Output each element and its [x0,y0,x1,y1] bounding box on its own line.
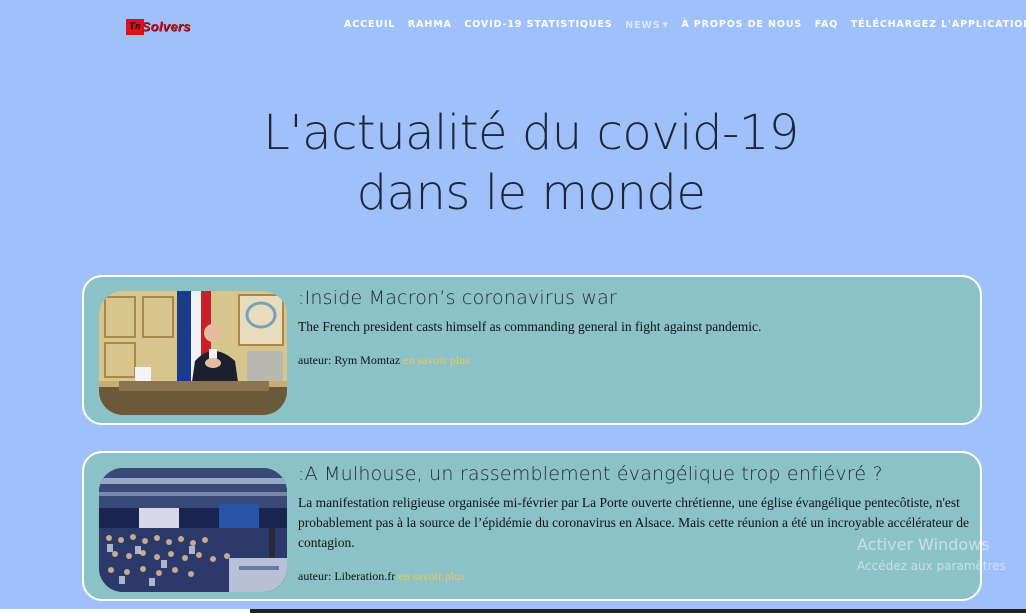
navbar: Tn Solvers ACCEUIL RAHMA COVID-19 STATIS… [0,0,1026,52]
watermark-subtitle: Accédez aux paramètres [857,559,1006,573]
article-author: auteur: Liberation.fr [298,569,396,583]
nav-item-rahma[interactable]: RAHMA [408,19,452,32]
logo[interactable]: Tn Solvers [126,19,191,35]
logo-text: Solvers [141,19,191,34]
read-more-link[interactable]: en savoir plus [403,353,470,367]
taskbar-edge [0,609,1026,613]
nav-item-news[interactable]: NEWS ▼ [625,19,669,32]
article-image-macron [99,291,287,415]
article-meta: auteur: Liberation.fr en savoir plus [298,569,465,584]
nav-item-telechargez[interactable]: TÉLÉCHARGEZ L'APPLICATION [851,19,1026,32]
page-title-line-2: dans le monde [356,165,706,221]
nav-item-acceuil[interactable]: ACCEUIL [344,19,395,32]
read-more-link[interactable]: en savoir plus [398,569,465,583]
article-title[interactable]: :A Mulhouse, un rassemblement évangéliqu… [298,463,883,485]
article-author: auteur: Rym Momtaz [298,353,401,367]
page-title: L'actualité du covid-19 dans le monde [0,103,1026,223]
caret-down-icon: ▼ [662,21,669,29]
nav-item-covid-statistiques[interactable]: COVID-19 STATISTIQUES [464,19,612,32]
article-card: :Inside Macron’s coronavirus war The Fre… [82,275,982,425]
article-description: The French president casts himself as co… [298,319,762,334]
nav-menu: ACCEUIL RAHMA COVID-19 STATISTIQUES NEWS… [344,19,1026,32]
windows-activation-watermark: Activer Windows Accédez aux paramètres [857,535,1006,573]
taskbar-dark-strip [250,609,1026,613]
nav-item-a-propos[interactable]: À PROPOS DE NOUS [681,19,802,32]
article-card: :A Mulhouse, un rassemblement évangéliqu… [82,451,982,601]
article-meta: auteur: Rym Momtaz en savoir plus [298,353,470,368]
page-title-line-1: L'actualité du covid-19 [263,105,799,161]
article-title[interactable]: :Inside Macron’s coronavirus war [298,287,617,309]
nav-item-news-label: NEWS [625,20,661,31]
nav-item-faq[interactable]: FAQ [815,19,839,32]
watermark-title: Activer Windows [857,535,990,554]
article-image-mulhouse [99,468,287,592]
